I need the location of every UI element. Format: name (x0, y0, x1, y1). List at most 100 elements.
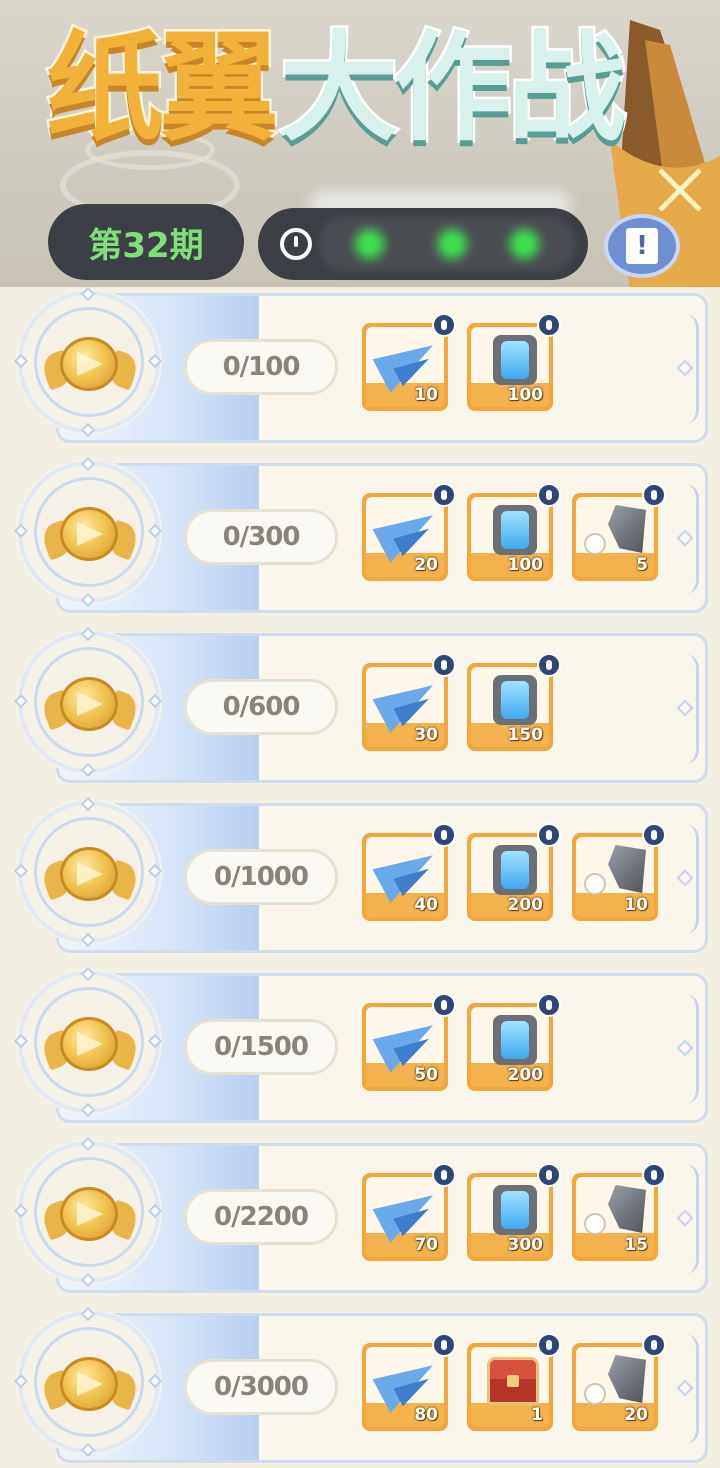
title-part-2: 大作战 (278, 19, 629, 157)
reward-tile: 20 (576, 1347, 654, 1427)
tier-progress: 0/100 (184, 339, 338, 395)
tier-row: 0/1500 50 200 (0, 966, 720, 1137)
gold-plane-coin-icon (60, 337, 118, 391)
paper-plane-icon (372, 671, 444, 733)
lock-icon (642, 483, 666, 507)
reward-tile: 5 (576, 497, 654, 577)
diamond-icon (80, 286, 96, 302)
reward-tile: 40 (366, 837, 444, 917)
tier-medal (13, 796, 163, 948)
energy-gear-icon (479, 1013, 545, 1069)
tier-medal (13, 1306, 163, 1458)
reward-item[interactable]: 20 (572, 1333, 666, 1431)
reward-item[interactable]: 150 (467, 653, 561, 751)
reward-item[interactable]: 10 (362, 313, 456, 411)
diamond-icon (80, 1306, 96, 1322)
lock-icon (432, 1333, 456, 1357)
lock-icon (432, 823, 456, 847)
reward-count: 30 (414, 725, 438, 745)
diamond-icon (13, 863, 29, 879)
reward-item[interactable]: 30 (362, 653, 456, 751)
clock-icon (280, 228, 312, 260)
reward-item[interactable]: 10 (572, 823, 666, 921)
reward-count: 200 (507, 1065, 544, 1085)
reward-tile: 50 (366, 1007, 444, 1087)
reward-count: 10 (624, 895, 648, 915)
diamond-icon (80, 456, 96, 472)
reward-item[interactable]: 1 (467, 1333, 561, 1431)
ore-stone-icon (584, 1183, 650, 1239)
lock-icon (432, 653, 456, 677)
energy-gear-icon (479, 673, 545, 729)
reward-item[interactable]: 20 (362, 483, 456, 581)
reward-count: 20 (624, 1405, 648, 1425)
reward-item[interactable]: 70 (362, 1163, 456, 1261)
reward-count: 80 (414, 1405, 438, 1425)
reward-tile: 10 (576, 837, 654, 917)
tier-progress: 0/600 (184, 679, 338, 735)
diamond-icon (13, 1373, 29, 1389)
reward-tile: 150 (471, 667, 549, 747)
reward-item[interactable]: 80 (362, 1333, 456, 1431)
lock-icon (642, 823, 666, 847)
lock-icon (537, 313, 561, 337)
reward-count: 70 (414, 1235, 438, 1255)
gold-plane-coin-icon (60, 507, 118, 561)
diamond-icon (13, 1203, 29, 1219)
diamond-icon (13, 353, 29, 369)
tier-progress: 0/1500 (184, 1019, 338, 1075)
lock-icon (432, 993, 456, 1017)
lock-icon (537, 1163, 561, 1187)
reward-item[interactable]: 200 (467, 993, 561, 1091)
tier-medal (13, 456, 163, 608)
tier-row: 0/1000 40 200 10 (0, 796, 720, 967)
countdown-timer (258, 208, 588, 280)
gold-plane-coin-icon (60, 847, 118, 901)
lock-icon (537, 1333, 561, 1357)
diamond-icon (13, 523, 29, 539)
lock-icon (537, 483, 561, 507)
reward-count: 200 (507, 895, 544, 915)
ore-stone-icon (584, 503, 650, 559)
reward-tile: 300 (471, 1177, 549, 1257)
reward-count: 150 (507, 725, 544, 745)
reward-item[interactable]: 200 (467, 823, 561, 921)
lock-icon (642, 1333, 666, 1357)
reward-count: 1 (531, 1405, 543, 1425)
gold-plane-coin-icon (60, 1187, 118, 1241)
diamond-icon (80, 1136, 96, 1152)
tier-row: 0/2200 70 300 15 (0, 1136, 720, 1307)
lock-icon (432, 483, 456, 507)
paper-plane-icon (372, 331, 444, 393)
paper-plane-icon (372, 1351, 444, 1413)
reward-item[interactable]: 50 (362, 993, 456, 1091)
reward-count: 40 (414, 895, 438, 915)
paper-plane-icon (372, 501, 444, 563)
reward-tile: 100 (471, 497, 549, 577)
reward-tile: 200 (471, 1007, 549, 1087)
reward-count: 300 (507, 1235, 544, 1255)
diamond-icon (80, 626, 96, 642)
treasure-chest-icon (479, 1353, 545, 1409)
rules-button[interactable]: ! (604, 214, 680, 278)
paper-plane-icon (372, 841, 444, 903)
reward-item[interactable]: 5 (572, 483, 666, 581)
title-part-1: 纸翼 (43, 19, 280, 157)
reward-item[interactable]: 40 (362, 823, 456, 921)
tier-medal (13, 626, 163, 778)
reward-item[interactable]: 100 (467, 483, 561, 581)
tier-progress: 0/300 (184, 509, 338, 565)
tier-medal (13, 286, 163, 438)
reward-count: 100 (507, 385, 544, 405)
reward-count: 50 (414, 1065, 438, 1085)
reward-item[interactable]: 15 (572, 1163, 666, 1261)
energy-gear-icon (479, 1183, 545, 1239)
reward-tile: 200 (471, 837, 549, 917)
reward-tile: 100 (471, 327, 549, 407)
reward-item[interactable]: 300 (467, 1163, 561, 1261)
energy-gear-icon (479, 843, 545, 899)
gold-plane-coin-icon (60, 677, 118, 731)
lock-icon (537, 823, 561, 847)
reward-item[interactable]: 100 (467, 313, 561, 411)
tier-progress: 0/1000 (184, 849, 338, 905)
